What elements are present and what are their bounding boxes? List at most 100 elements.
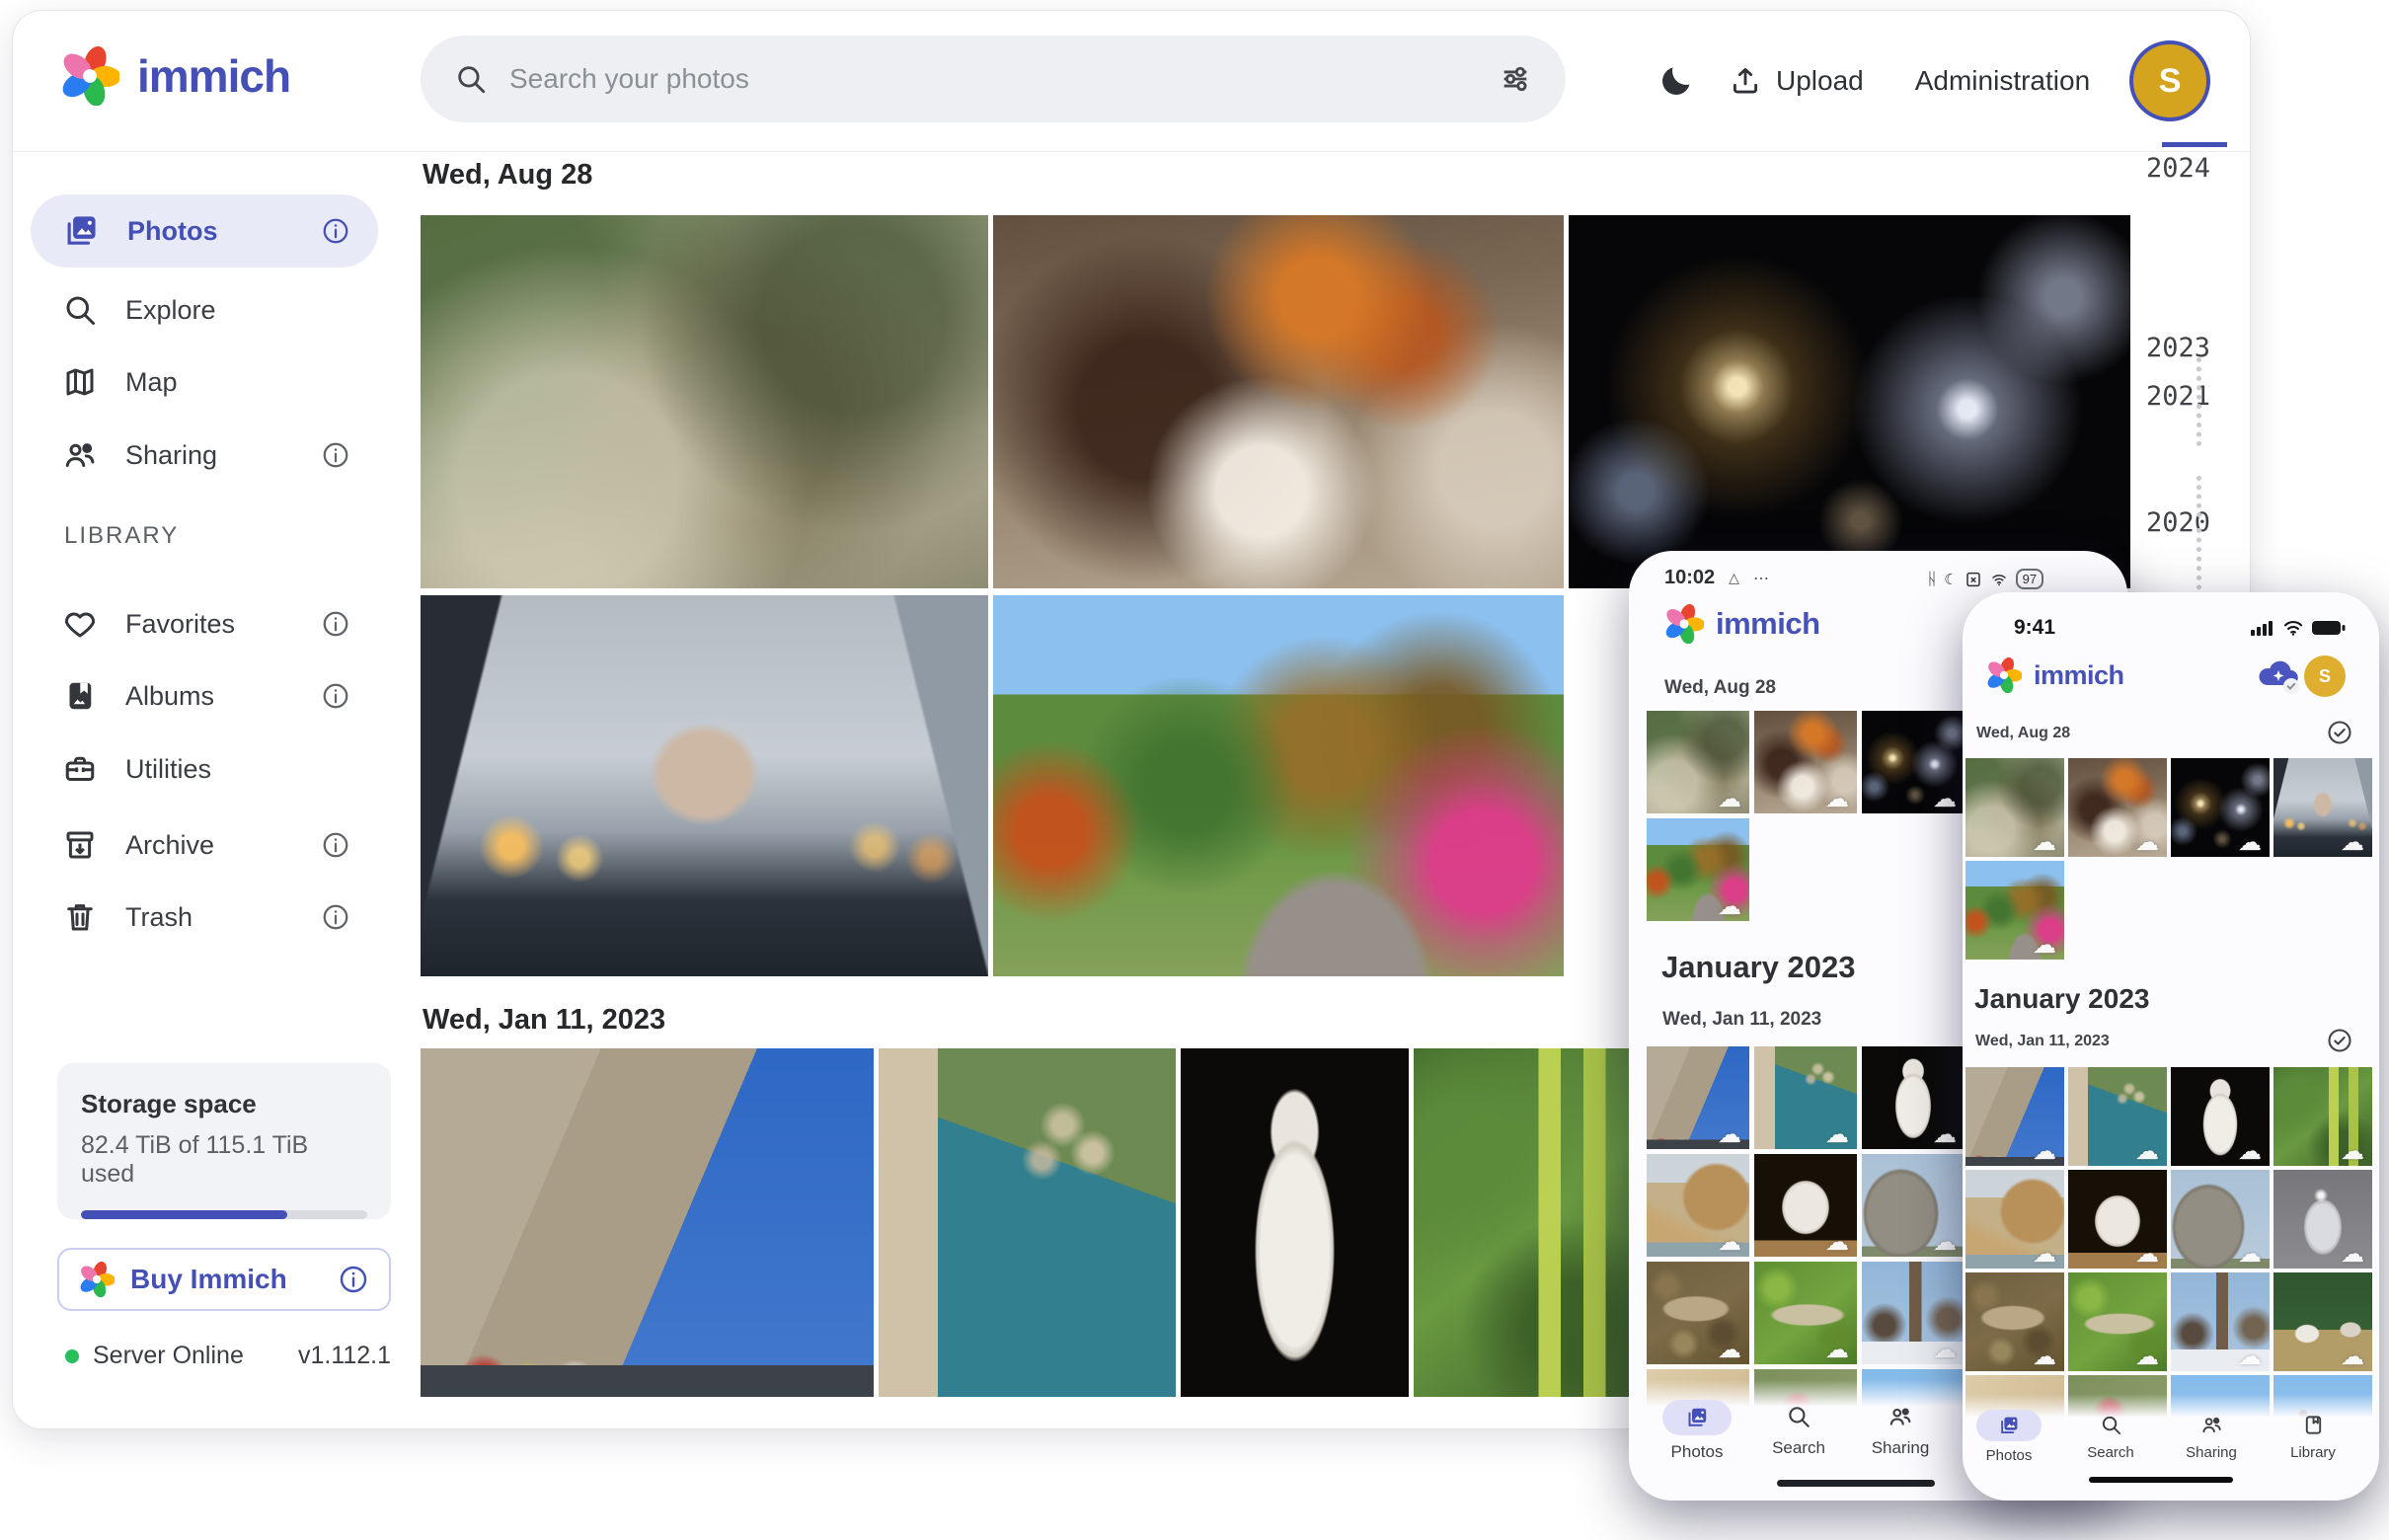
album-icon — [62, 678, 98, 714]
photo-lizard-leaves[interactable]: ☁ — [1647, 1262, 1749, 1364]
dark-mode-toggle[interactable] — [1642, 62, 1711, 100]
select-all-check-icon[interactable] — [2326, 1027, 2353, 1054]
sim-missing-icon — [1965, 571, 1982, 588]
immich-logo[interactable]: immich — [60, 46, 290, 106]
server-status-label: Server Online — [93, 1342, 298, 1370]
sidebar-item-photos[interactable]: Photos — [31, 194, 378, 268]
user-avatar[interactable]: S — [2304, 655, 2346, 697]
photo-lizard-leaves[interactable]: ☁ — [1965, 1272, 2064, 1371]
server-version: v1.112.1 — [298, 1342, 391, 1370]
upload-button[interactable]: Upload — [1729, 64, 1864, 98]
nav-tab-photos[interactable]: Photos — [1963, 1410, 2056, 1464]
photo-fireworks[interactable]: ☁ — [1862, 711, 1965, 813]
nav-tab-search[interactable]: Search — [1747, 1404, 1850, 1458]
nav-tab-photos[interactable]: Photos — [1646, 1400, 1748, 1462]
mobile-app-ios: 9:41 immich — [1963, 592, 2379, 1501]
sidebar-item-sharing[interactable]: Sharing — [31, 423, 378, 488]
photo-fireworks[interactable]: ☁ — [2171, 758, 2270, 857]
immich-flower-icon — [60, 46, 119, 106]
info-icon[interactable] — [321, 216, 350, 246]
photo-coastal-town[interactable]: ☁ — [2068, 1067, 2167, 1166]
photo-zoo-monkeys[interactable]: ☁ — [1965, 758, 2064, 857]
administration-link[interactable]: Administration — [1915, 65, 2090, 97]
photo-zoo-monkeys[interactable] — [421, 215, 988, 588]
photo-marble-bust[interactable] — [1181, 1048, 1409, 1397]
immich-flower-icon — [79, 1262, 115, 1297]
photo-beach-cliff[interactable]: ☁ — [1647, 1154, 1749, 1257]
photo-fortress-wall[interactable]: ☁ — [1965, 1067, 2064, 1166]
photo-fireworks[interactable] — [1569, 215, 2130, 588]
date-group-header: Wed, Aug 28 — [1664, 677, 1776, 699]
bluetooth-icon: ᚺ — [1927, 570, 1937, 589]
sidebar-item-trash[interactable]: Trash — [31, 885, 378, 950]
photo-holding-hands[interactable]: ☁ — [2273, 758, 2372, 857]
photo-garden-path[interactable]: ☁ — [1647, 818, 1749, 921]
info-icon[interactable] — [321, 830, 350, 860]
storage-title: Storage space — [81, 1089, 367, 1119]
nav-tab-sharing[interactable]: Sharing — [2164, 1414, 2259, 1461]
photo-marble-rock[interactable]: ☁ — [1754, 1154, 1857, 1257]
nav-tab-library[interactable]: Library — [2266, 1414, 2360, 1461]
search-input[interactable]: Search your photos — [421, 36, 1566, 122]
sidebar-item-archive[interactable]: Archive — [31, 812, 378, 878]
cloud-backup-icon: ☁ — [2135, 1346, 2159, 1369]
photo-dinner-table[interactable] — [993, 215, 1564, 588]
photo-marble-bust[interactable]: ☁ — [2171, 1067, 2270, 1166]
photo-lizard-moss[interactable]: ☁ — [2068, 1272, 2167, 1371]
photo-holding-hands[interactable] — [421, 595, 988, 976]
sidebar-item-albums[interactable]: Albums — [31, 663, 378, 729]
photo-marble-rock[interactable]: ☁ — [2068, 1170, 2167, 1269]
timeline-tick-dots — [2196, 357, 2201, 446]
nav-tab-search[interactable]: Search — [2063, 1414, 2158, 1461]
photo-castle-ruin[interactable]: ☁ — [1862, 1154, 1965, 1257]
photo-garden-path[interactable] — [993, 595, 1564, 976]
photo-dinner-table[interactable]: ☁ — [1754, 711, 1857, 813]
photo-snowy-church[interactable]: ☁ — [2171, 1272, 2270, 1371]
sidebar-item-explore[interactable]: Explore — [31, 277, 378, 343]
photo-beach-cliff[interactable]: ☁ — [1965, 1170, 2064, 1269]
search-filter-icon[interactable] — [1499, 62, 1532, 96]
photo-zoo-monkeys[interactable]: ☁ — [1647, 711, 1749, 813]
select-all-check-icon[interactable] — [2326, 719, 2353, 746]
cloud-backup-icon: ☁ — [1825, 1123, 1849, 1147]
home-indicator[interactable] — [1777, 1480, 1935, 1487]
info-icon[interactable] — [321, 609, 350, 639]
photo-castle-ruin[interactable]: ☁ — [2171, 1170, 2270, 1269]
cloud-backup-icon: ☁ — [1933, 1123, 1957, 1147]
timeline-year-label[interactable]: 2024 — [2146, 153, 2210, 184]
photo-silver-trophy[interactable]: ☁ — [2273, 1170, 2372, 1269]
sidebar-item-map[interactable]: Map — [31, 349, 378, 415]
photo-marble-bust[interactable]: ☁ — [1862, 1046, 1965, 1149]
photo-alpine-farm[interactable]: ☁ — [2273, 1272, 2372, 1371]
people-icon — [1888, 1404, 1913, 1429]
photo-lizard-moss[interactable]: ☁ — [1754, 1262, 1857, 1364]
storage-progress-fill — [81, 1210, 287, 1219]
sidebar-item-favorites[interactable]: Favorites — [31, 591, 378, 656]
user-avatar[interactable]: S — [2129, 40, 2210, 121]
photo-sea-grapes[interactable] — [1414, 1048, 1637, 1397]
info-icon[interactable] — [321, 681, 350, 711]
buy-immich-label: Buy Immich — [130, 1264, 322, 1295]
search-icon — [454, 62, 488, 96]
photo-coastal-town[interactable] — [879, 1048, 1176, 1397]
photo-snowy-church[interactable]: ☁ — [1862, 1262, 1965, 1364]
photo-garden-path[interactable]: ☁ — [1965, 861, 2064, 960]
cloud-backup-icon: ☁ — [1933, 1231, 1957, 1255]
sidebar-item-utilities[interactable]: Utilities — [31, 736, 378, 802]
cloud-backup-icon: ☁ — [1718, 895, 1741, 919]
nav-tab-sharing[interactable]: Sharing — [1849, 1404, 1952, 1458]
cloud-sync-icon[interactable] — [2255, 654, 2302, 697]
photo-fortress-wall[interactable] — [421, 1048, 874, 1397]
photo-fortress-wall[interactable]: ☁ — [1647, 1046, 1749, 1149]
logo-wordmark: immich — [137, 49, 290, 103]
timeline-scrubber-handle[interactable] — [2162, 142, 2227, 147]
cloud-backup-icon: ☁ — [1718, 788, 1741, 811]
info-icon[interactable] — [321, 440, 350, 470]
home-indicator[interactable] — [2089, 1477, 2233, 1483]
buy-immich-button[interactable]: Buy Immich — [57, 1248, 391, 1311]
photo-coastal-town[interactable]: ☁ — [1754, 1046, 1857, 1149]
info-icon[interactable] — [338, 1264, 369, 1295]
info-icon[interactable] — [321, 902, 350, 932]
photo-dinner-table[interactable]: ☁ — [2068, 758, 2167, 857]
photo-sea-grapes[interactable]: ☁ — [2273, 1067, 2372, 1166]
